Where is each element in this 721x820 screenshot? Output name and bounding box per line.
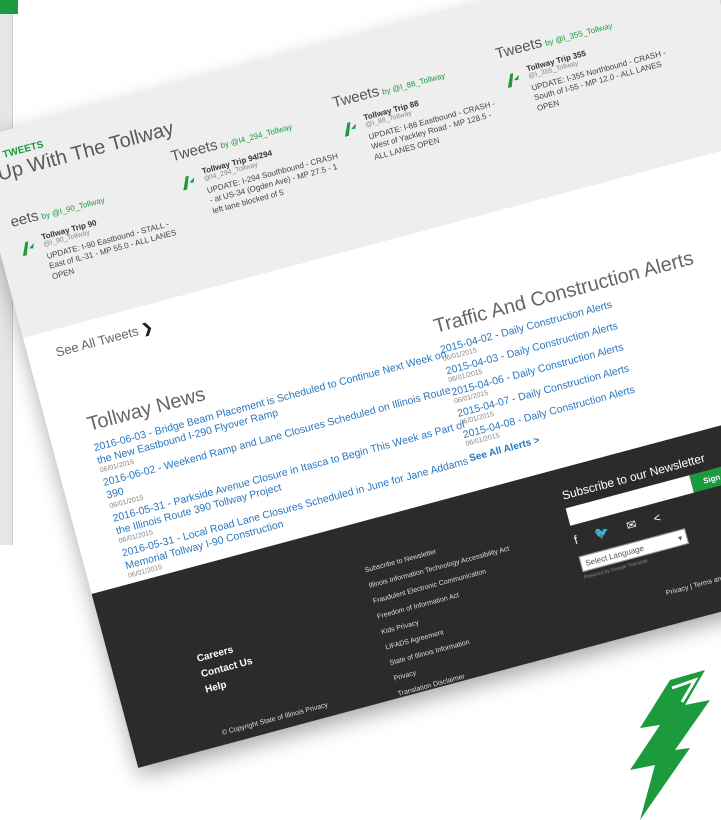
tweet-column: Tweetsby @I4_294_Tollway Tollway Trip 94… (169, 106, 348, 223)
tollway-logo-icon (183, 175, 195, 191)
facebook-icon[interactable]: f (572, 533, 579, 547)
newsletter-block: Subscribe to our Newsletter Sign up f 🐦 … (560, 437, 721, 581)
chevron-down-icon: ▾ (677, 532, 684, 543)
see-all-tweets-label: See All Tweets (53, 323, 141, 360)
legal-links[interactable]: Privacy | Terms and Conditions (665, 565, 721, 597)
tweet-column: Tweetsby @I_355_Tollway Tollway Trip 355… (494, 4, 673, 121)
tweet-column-title: Tweets (330, 82, 381, 112)
tollway-corner-logo-icon (630, 670, 710, 820)
tweet-column-title: eets (8, 207, 41, 231)
footer-primary-links: Careers Contact Us Help (196, 640, 259, 700)
tollway-logo-icon (344, 121, 356, 137)
tweet-column: Tweetsby @I_88_Tollway Tollway Trip 88 @… (331, 52, 510, 169)
tollway-logo-icon (507, 73, 519, 89)
tweet-column-title: Tweets (169, 136, 220, 166)
tweet-column-title: Tweets (493, 33, 544, 63)
twitter-icon[interactable]: 🐦 (593, 524, 611, 541)
traffic-alerts-section: Traffic And Construction Alerts 2015-04-… (431, 234, 721, 464)
share-icon[interactable]: < (652, 510, 662, 525)
tweet-column: eetsby @I_90_Tollway Tollway Trip 90 @I_… (9, 172, 188, 289)
tollway-logo-icon (22, 241, 34, 257)
chevron-right-icon: ❯ (139, 319, 155, 337)
background-green-accent (0, 0, 18, 14)
email-icon[interactable]: ✉ (625, 517, 638, 533)
